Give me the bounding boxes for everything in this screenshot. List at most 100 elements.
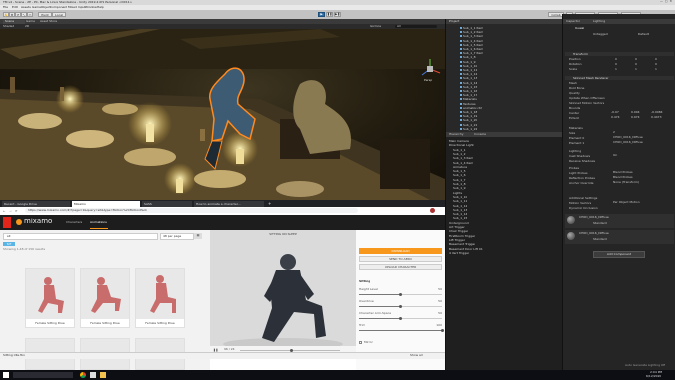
field-value[interactable]: CH0D_0016_Diffuse (613, 136, 673, 139)
chrome-taskbar-icon[interactable] (80, 372, 86, 378)
menu-window[interactable]: Window (85, 6, 97, 9)
project-item[interactable]: Sub_1_5 Item (460, 43, 483, 47)
project-item[interactable]: Sub_1_11 (460, 69, 477, 72)
position-z[interactable]: 0 (655, 57, 657, 61)
material-card-1[interactable]: CH0D_0016_Diffuse Standard (565, 214, 674, 228)
project-item[interactable]: Textures (460, 102, 476, 106)
menu-file[interactable]: File (3, 6, 8, 9)
rotation-z[interactable]: 0 (655, 62, 657, 66)
slider-knob[interactable] (399, 293, 402, 296)
project-item[interactable]: Sub_1_17 (460, 94, 477, 97)
project-item[interactable]: Sub_1_14 (460, 81, 477, 85)
smr-header[interactable]: Skinned Mesh Renderer (565, 76, 674, 80)
animation-slider[interactable]: Character Arm-Space 50 (359, 312, 442, 322)
menu-assets[interactable]: Assets (21, 6, 31, 9)
project-item[interactable]: Sub_1_3 Item (460, 35, 483, 38)
scale-z[interactable]: 1 (655, 67, 657, 71)
field-value[interactable]: CH0D_0016_Diffuse (613, 141, 673, 144)
slider-track[interactable] (359, 293, 442, 296)
tab-asset-store[interactable]: Asset Store (40, 20, 57, 23)
material-2-shader[interactable]: Standard (593, 238, 607, 241)
project-item[interactable]: Sub_1_10 (460, 64, 477, 68)
center-field[interactable]: 0.004 (631, 111, 640, 114)
project-item[interactable]: Sub_1_19 (460, 115, 477, 118)
probes-header[interactable]: Probes (565, 166, 674, 170)
hierarchy-item[interactable]: Sub_1_1 (453, 149, 466, 152)
pause-button[interactable]: ❚❚ (326, 12, 333, 17)
field-value[interactable]: None (Transform) (613, 181, 673, 184)
menu-mixed-input[interactable]: Mixed Input (68, 6, 86, 9)
hierarchy-item[interactable]: Directional Light (449, 144, 474, 147)
hierarchy-item[interactable]: Sub_1_10 (453, 196, 467, 199)
show-all-link[interactable]: Show all (410, 354, 423, 357)
hierarchy-item[interactable]: Sub_1_6 (453, 174, 466, 177)
hierarchy-item[interactable]: Sub_1_4 Item (453, 162, 473, 165)
position-y[interactable]: 0 (635, 57, 637, 61)
animation-slider[interactable]: Height Level 50 (359, 288, 442, 298)
slider-value[interactable]: 50 (438, 300, 442, 303)
hierarchy-item[interactable]: Chair Trigger (449, 230, 468, 233)
slider-value[interactable]: 50 (438, 312, 442, 315)
hierarchy-item[interactable]: Sub_1_7 (453, 179, 466, 182)
hierarchy-item[interactable]: Main Camera (449, 140, 469, 143)
rect-tool-button[interactable]: ▭ (27, 12, 33, 17)
mirror-checkbox[interactable] (359, 341, 362, 344)
scene-search[interactable]: All (395, 25, 437, 28)
step-button[interactable]: ▶❚ (334, 12, 341, 17)
shading-dropdown[interactable]: Shaded (3, 25, 14, 28)
lighting-header[interactable]: Lighting (565, 149, 674, 153)
transform-header[interactable]: Transform (565, 52, 674, 56)
new-tab-icon[interactable]: + (268, 201, 271, 206)
hierarchy-item[interactable]: Lights (453, 192, 462, 195)
animation-preview[interactable]: SITTING ON SLEEP ❚❚ 96 / 24 (210, 230, 356, 354)
animation-card[interactable]: Female Sitting Pose (80, 268, 130, 328)
hierarchy-item[interactable]: Sub_1_13 (453, 209, 467, 212)
layer-dropdown[interactable]: Default (638, 33, 649, 36)
gizmos-dropdown[interactable]: Gizmos (370, 25, 381, 28)
rotation-y[interactable]: 0 (635, 62, 637, 66)
project-item[interactable]: Sub_1_8 (460, 56, 476, 59)
nav-characters[interactable]: Characters (66, 221, 82, 224)
reload-icon[interactable]: ⟳ (15, 209, 18, 213)
tag-dropdown[interactable]: Untagged (593, 33, 608, 36)
menu-component[interactable]: Component (50, 6, 67, 9)
scale-x[interactable]: 1 (615, 67, 617, 71)
nav-animations[interactable]: Animations (90, 221, 107, 224)
project-item[interactable]: Sub_1_6 Item (460, 48, 483, 51)
slider-value[interactable]: 50 (438, 288, 442, 291)
grid-view-icon[interactable]: ▦ (194, 233, 202, 239)
project-item[interactable]: Sub_1_9 (460, 60, 476, 64)
2d-toggle[interactable]: 2D (25, 25, 29, 28)
slider-knob[interactable] (440, 329, 444, 332)
extent-field[interactable]: 0.4473 (651, 116, 662, 119)
field-value[interactable]: Blend Probes (613, 171, 673, 174)
field-value[interactable]: Per Object Motion (613, 201, 673, 204)
send-to-aero-button[interactable]: SEND TO AERO (359, 256, 442, 262)
scale-y[interactable]: 1 (635, 67, 637, 71)
project-item[interactable]: Sub_1_22 (460, 127, 477, 131)
menu-help[interactable]: Help (97, 6, 104, 9)
menu-gameobject[interactable]: GameObject (32, 6, 51, 9)
tab-hierarchy[interactable]: Hierarchy (449, 133, 464, 136)
slider-knob[interactable] (399, 317, 402, 320)
play-button[interactable]: ▶ (318, 12, 325, 17)
hierarchy-item[interactable]: Armature (453, 166, 467, 169)
profile-avatar[interactable] (430, 208, 435, 213)
tab-lighting[interactable]: Lighting (593, 20, 605, 23)
project-item[interactable]: Sub_1_20 (460, 119, 477, 122)
hierarchy-item[interactable]: Sub_1_5 (453, 170, 466, 173)
center-field[interactable]: -0.07 (611, 111, 619, 114)
animation-card[interactable]: Female Sitting Pose (25, 268, 75, 328)
hierarchy-item[interactable]: Sub_1_2 (453, 153, 466, 156)
hierarchy-item[interactable]: Basement Door Lift 01 (449, 248, 483, 251)
hierarchy-item[interactable]: Sub_1_15 (453, 217, 467, 220)
animation-card[interactable]: Female Sitting Pose (135, 268, 185, 328)
slider-value[interactable]: 100 (436, 324, 442, 327)
download-file[interactable]: Sitting Idle.fbx (3, 354, 25, 357)
slider-knob[interactable] (399, 305, 402, 308)
tab-game[interactable]: Game (26, 20, 35, 23)
upload-character-button[interactable]: UPLOAD CHARACTER (359, 264, 442, 270)
tab-inspector[interactable]: Inspector (566, 20, 580, 23)
project-item[interactable]: Materials (460, 98, 477, 101)
hierarchy-item[interactable]: FirstRoom Trigger (449, 235, 475, 238)
